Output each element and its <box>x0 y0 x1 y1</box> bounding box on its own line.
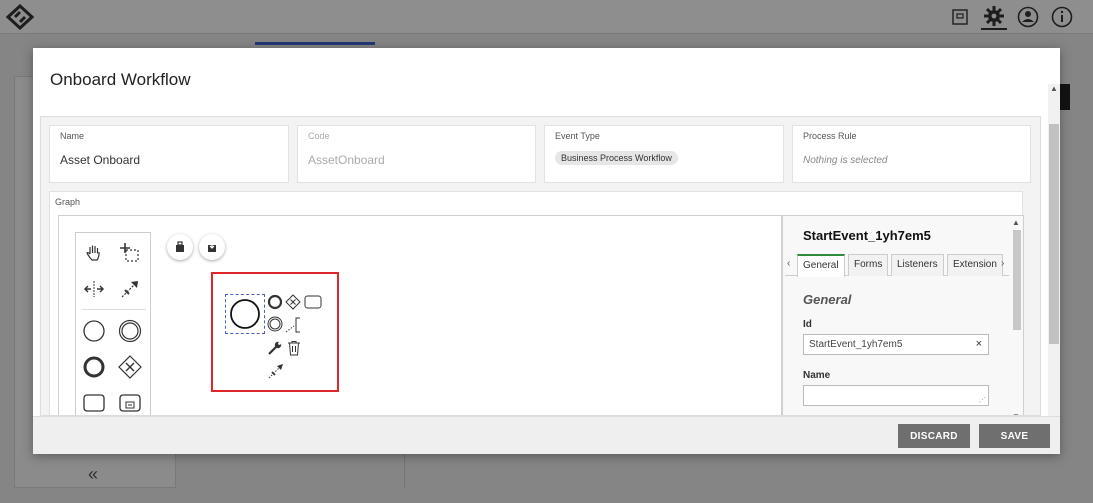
hand-tool-icon[interactable] <box>80 239 108 267</box>
tab-scroll-left-icon[interactable]: ‹ <box>787 258 790 269</box>
properties-scroll-thumb[interactable] <box>1013 230 1021 330</box>
graph-label: Graph <box>55 197 81 207</box>
process-rule-field[interactable]: Process Rule Nothing is selected <box>792 125 1031 183</box>
intermediate-event-icon[interactable] <box>116 317 144 345</box>
tab-listeners[interactable]: Listeners <box>891 254 944 276</box>
modal-scroll-thumb[interactable] <box>1049 124 1059 344</box>
text-annotation-icon[interactable] <box>285 316 303 334</box>
onboard-workflow-modal: Onboard Workflow Name Asset Onboard Code… <box>33 48 1060 454</box>
open-file-button[interactable] <box>167 234 193 260</box>
tab-scroll-right-icon[interactable]: › <box>1001 258 1004 269</box>
subprocess-icon[interactable] <box>116 389 144 415</box>
lasso-tool-icon[interactable] <box>116 239 144 267</box>
modal-scroll-up-icon[interactable]: ▲ <box>1050 84 1058 93</box>
name-label: Name <box>60 131 85 141</box>
properties-title: StartEvent_1yh7em5 <box>803 228 931 243</box>
event-type-field[interactable]: Event Type Business Process Workflow <box>544 125 784 183</box>
end-event-icon[interactable] <box>80 353 108 381</box>
bpmn-canvas[interactable] <box>58 215 782 415</box>
append-intermediate-event-icon[interactable] <box>267 316 283 332</box>
save-button[interactable]: SAVE <box>979 424 1050 448</box>
code-field: Code AssetOnboard <box>297 125 536 183</box>
id-label: Id <box>803 319 812 330</box>
graph-section: Graph StartEvent_1yh7em5 ‹ General Forms… <box>49 191 1024 415</box>
tab-extension[interactable]: Extension <box>947 254 1003 276</box>
name-prop-input[interactable]: ⋰ <box>803 385 989 406</box>
highlight-box <box>211 272 339 392</box>
append-task-icon[interactable] <box>304 294 322 310</box>
properties-scrollbar[interactable]: ▲ ▼ <box>1011 218 1023 415</box>
process-rule-label: Process Rule <box>803 131 857 141</box>
clear-id-icon[interactable]: × <box>976 338 982 350</box>
tab-general[interactable]: General <box>797 254 845 277</box>
bpmn-palette <box>75 232 151 415</box>
wrench-icon[interactable] <box>267 340 283 356</box>
palette-separator <box>82 309 146 310</box>
modal-footer: DISCARD SAVE <box>33 416 1060 454</box>
download-icon <box>208 242 216 252</box>
properties-panel: StartEvent_1yh7em5 ‹ General Forms Liste… <box>782 215 1024 415</box>
gateway-icon[interactable] <box>116 353 144 381</box>
id-input-value: StartEvent_1yh7em5 <box>809 339 903 350</box>
resize-handle-icon[interactable]: ⋰ <box>979 396 986 404</box>
modal-scrollbar[interactable]: ▲ <box>1048 84 1060 416</box>
process-rule-select[interactable]: Nothing is selected <box>803 155 888 166</box>
task-icon[interactable] <box>80 389 108 415</box>
discard-button[interactable]: DISCARD <box>898 424 970 448</box>
global-connect-icon[interactable] <box>116 275 144 303</box>
code-value: AssetOnboard <box>308 153 385 167</box>
event-type-label: Event Type <box>555 131 600 141</box>
scroll-up-icon[interactable]: ▲ <box>1012 218 1020 227</box>
open-file-icon <box>176 241 184 252</box>
space-tool-icon[interactable] <box>80 275 108 303</box>
connect-icon[interactable] <box>267 362 285 380</box>
name-field[interactable]: Name Asset Onboard <box>49 125 289 183</box>
tab-forms[interactable]: Forms <box>848 254 888 276</box>
trash-icon[interactable] <box>287 340 301 356</box>
start-event-icon[interactable] <box>80 317 108 345</box>
general-section-title: General <box>803 292 852 307</box>
append-end-event-icon[interactable] <box>267 294 283 310</box>
name-value[interactable]: Asset Onboard <box>60 153 140 167</box>
download-button[interactable] <box>199 234 225 260</box>
properties-tabs: ‹ General Forms Listeners Extension › <box>785 254 1009 277</box>
event-type-chip[interactable]: Business Process Workflow <box>555 151 678 165</box>
start-event-shape[interactable] <box>225 294 265 334</box>
append-gateway-icon[interactable] <box>285 294 301 310</box>
modal-body: Name Asset Onboard Code AssetOnboard Eve… <box>40 116 1041 416</box>
name-prop-label: Name <box>803 370 831 381</box>
modal-title: Onboard Workflow <box>50 70 191 89</box>
code-label: Code <box>308 131 330 141</box>
id-input[interactable]: StartEvent_1yh7em5 × <box>803 334 989 355</box>
